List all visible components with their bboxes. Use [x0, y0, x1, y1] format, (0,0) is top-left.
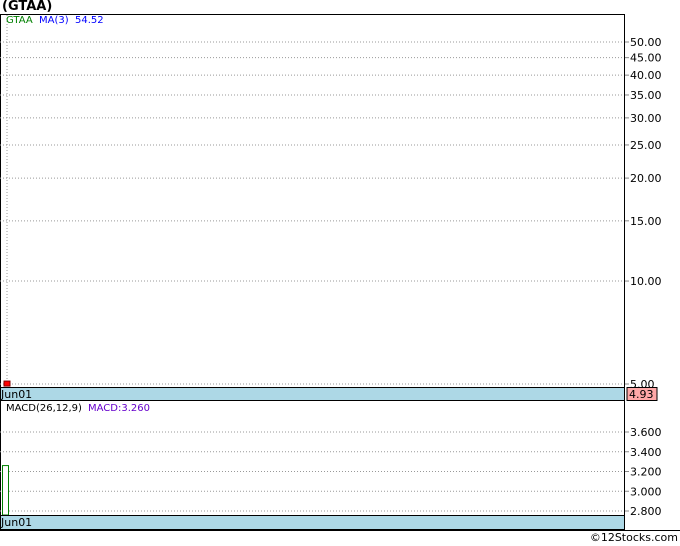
date-label: Jun01: [0, 388, 32, 401]
chart-canvas: 5.0010.0015.0020.0025.0030.0035.0040.004…: [0, 14, 680, 531]
macd-bar: [2, 465, 9, 516]
price-tick-label: 20.00: [630, 172, 662, 185]
price-panel-frame: [0, 14, 625, 401]
price-tick-label: 50.00: [630, 36, 662, 49]
legend-ma-label: MA(3): [39, 15, 69, 26]
price-tick-label: 45.00: [630, 52, 662, 65]
macd-tick-label: 3.400: [630, 446, 662, 459]
macd-tick-label: 3.600: [630, 426, 662, 439]
macd-tick-label: 3.200: [630, 466, 662, 479]
price-tick-label: 35.00: [630, 89, 662, 102]
macd-date-label: Jun01: [0, 516, 32, 529]
price-tick-label: 40.00: [630, 69, 662, 82]
price-tick-label: 15.00: [630, 215, 662, 228]
macd-legend-value: MACD:3.260: [88, 403, 150, 414]
credit: ©12Stocks.com: [589, 531, 678, 544]
legend-symbol: GTAA: [6, 15, 33, 26]
macd-legend-label: MACD(26,12,9): [6, 403, 82, 414]
price-tick-label: 10.00: [630, 275, 662, 288]
macd-tick-label: 3.000: [630, 485, 662, 498]
price-candle: [3, 380, 11, 387]
price-date-axis: [0, 387, 625, 401]
legend-ma-value: 54.52: [75, 15, 104, 26]
price-tick-label: 30.00: [630, 112, 662, 125]
macd-date-axis: [0, 515, 625, 530]
price-tick-label: 25.00: [630, 139, 662, 152]
macd-tick-label: 2.800: [630, 505, 662, 518]
last-price-label: 4.93: [629, 388, 654, 401]
stock-chart: (GTAA) 5.00 10.00 15.00 20.00 25.00 30.00 35.0…: [0, 0, 680, 546]
